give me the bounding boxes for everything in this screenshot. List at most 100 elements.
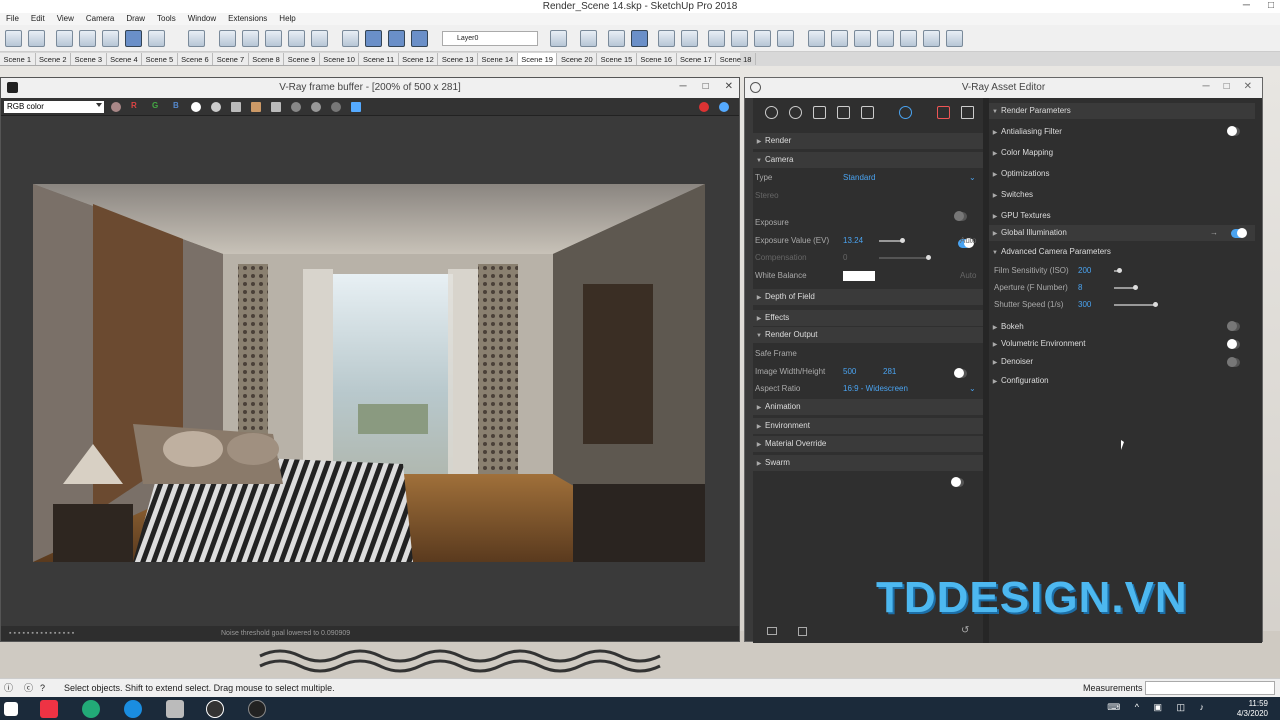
scene-tab[interactable]: Scene 9 <box>284 53 320 65</box>
region-icon[interactable] <box>311 102 321 112</box>
scene-tab[interactable]: Scene 15 <box>597 53 637 65</box>
section-antialiasing-filter[interactable]: ▶ Antialiasing Filter <box>989 124 1062 140</box>
sketchup-logo-icon[interactable] <box>248 700 266 718</box>
scene-tab[interactable]: Scene 10 <box>320 53 360 65</box>
component-icon[interactable] <box>148 30 165 47</box>
scene-tab[interactable]: Scene 7 <box>213 53 249 65</box>
menu-extensions[interactable]: Extensions <box>222 13 273 25</box>
close-icon[interactable]: ✕ <box>725 81 733 92</box>
image-height-input[interactable]: 281 <box>883 364 896 380</box>
vray-fb-icon[interactable] <box>658 30 675 47</box>
vray-proxy-icon[interactable] <box>708 30 725 47</box>
menu-camera[interactable]: Camera <box>80 13 120 25</box>
layers-icon[interactable] <box>125 30 142 47</box>
measurements-input[interactable] <box>1145 681 1275 695</box>
render-teapot-icon[interactable] <box>937 106 950 119</box>
green-channel-button[interactable]: G <box>152 101 158 110</box>
scene-tab[interactable]: Scene 8 <box>249 53 285 65</box>
scene-tab[interactable]: Scene 4 <box>107 53 143 65</box>
explorer-icon[interactable] <box>166 700 184 718</box>
aperture-slider[interactable] <box>1114 285 1138 290</box>
rotate-tool-icon[interactable] <box>219 30 236 47</box>
volumetric-toggle[interactable] <box>1227 339 1240 349</box>
wb-auto[interactable]: Auto <box>960 268 976 284</box>
section-render[interactable]: ▶ Render <box>753 133 983 149</box>
load-image-icon[interactable] <box>251 102 261 112</box>
vray-dome-light-icon[interactable] <box>923 30 940 47</box>
alpha-icon[interactable] <box>191 102 201 112</box>
eraser-tool-icon[interactable] <box>28 30 45 47</box>
scene-tab[interactable]: Scene 1 <box>0 53 36 65</box>
system-tray-icons[interactable]: ⌨ ^ ▣ ◫ ♪ <box>1107 702 1210 713</box>
move-tool-icon[interactable] <box>188 30 205 47</box>
scene-tab[interactable]: Scene 11 <box>359 53 399 65</box>
section-render-output[interactable]: ▼ Render Output <box>753 327 983 343</box>
section-depth-of-field[interactable]: ▶ Depth of Field <box>753 289 983 305</box>
section-environment[interactable]: ▶ Environment <box>753 418 983 434</box>
save-image-icon[interactable] <box>231 102 241 112</box>
sandbox-icon[interactable] <box>550 30 567 47</box>
history-icon[interactable] <box>291 102 301 112</box>
maximize-icon[interactable]: □ <box>703 81 709 92</box>
render-elements-icon[interactable] <box>861 106 874 119</box>
camera-type-select[interactable]: Standard <box>843 170 875 186</box>
zoom-extents-icon[interactable] <box>411 30 428 47</box>
windows-start-icon[interactable] <box>4 702 18 716</box>
scene-tab[interactable]: Scene 6 <box>178 53 214 65</box>
open-folder-icon[interactable] <box>767 627 777 635</box>
menu-help[interactable]: Help <box>273 13 301 25</box>
iso-slider[interactable] <box>1114 268 1122 273</box>
vray-mesh-light-icon[interactable] <box>946 30 963 47</box>
scene-tab[interactable]: Scene 14 <box>478 53 518 65</box>
section-material-override[interactable]: ▶ Material Override <box>753 436 983 452</box>
frame-buffer-icon[interactable] <box>961 106 974 119</box>
compensation-slider[interactable] <box>879 255 931 260</box>
menu-window[interactable]: Window <box>182 13 222 25</box>
vray-fur-icon[interactable] <box>754 30 771 47</box>
section-camera[interactable]: ▼ Camera <box>753 152 983 168</box>
aspect-ratio-select[interactable]: 16:9 - Widescreen <box>843 381 908 397</box>
zoom-icon[interactable] <box>388 30 405 47</box>
ev-input[interactable]: 13.24 <box>843 233 863 249</box>
vray-logo-icon[interactable] <box>206 700 224 718</box>
maximize-icon[interactable]: □ <box>1224 81 1230 92</box>
pan-icon[interactable] <box>365 30 382 47</box>
vray-mesh-icon[interactable] <box>731 30 748 47</box>
section-optimizations[interactable]: ▶ Optimizations <box>989 166 1050 182</box>
red-channel-button[interactable]: R <box>131 101 137 110</box>
corrections-icon[interactable] <box>351 102 361 112</box>
scene-tab[interactable]: Scene 16 <box>637 53 677 65</box>
geometry-icon[interactable] <box>813 106 826 119</box>
vray-interactive-icon[interactable] <box>608 30 625 47</box>
orbit-icon[interactable] <box>342 30 359 47</box>
gi-toggle[interactable] <box>1231 228 1247 238</box>
aa-toggle[interactable] <box>1227 126 1240 136</box>
offset-tool-icon[interactable] <box>265 30 282 47</box>
clock[interactable]: 11:59 4/3/2020 <box>1237 699 1268 719</box>
skype-icon[interactable] <box>124 700 142 718</box>
save-icon[interactable] <box>798 627 807 636</box>
paint-bucket-icon[interactable] <box>56 30 73 47</box>
help-icon[interactable]: ? <box>40 679 45 697</box>
layer-select[interactable]: Layer0 <box>442 31 538 46</box>
stereo-toggle[interactable] <box>954 211 967 221</box>
ev-auto[interactable]: Auto <box>960 233 976 249</box>
menu-draw[interactable]: Draw <box>120 13 151 25</box>
section-switches[interactable]: ▶ Switches <box>989 187 1033 203</box>
minimize-icon[interactable]: ─ <box>679 81 686 92</box>
select-tool-icon[interactable] <box>5 30 22 47</box>
mono-icon[interactable] <box>211 102 221 112</box>
safe-frame-toggle[interactable] <box>954 368 967 378</box>
section-advanced-camera-parameters[interactable]: ▼ Advanced Camera Parameters <box>989 244 1111 260</box>
scene-tab[interactable]: Scene 2 <box>36 53 72 65</box>
push-pull-icon[interactable] <box>102 30 119 47</box>
line-tool-icon[interactable] <box>242 30 259 47</box>
section-render-parameters[interactable]: ▼ Render Parameters <box>989 103 1255 119</box>
image-tool-icon[interactable] <box>288 30 305 47</box>
materials-icon[interactable] <box>765 106 778 119</box>
compensation-input[interactable]: 0 <box>843 250 847 266</box>
vray-batch-icon[interactable] <box>681 30 698 47</box>
lights-icon[interactable] <box>789 106 802 119</box>
section-denoiser[interactable]: ▶ Denoiser <box>989 354 1033 370</box>
section-bokeh[interactable]: ▶ Bokeh <box>989 319 1024 335</box>
